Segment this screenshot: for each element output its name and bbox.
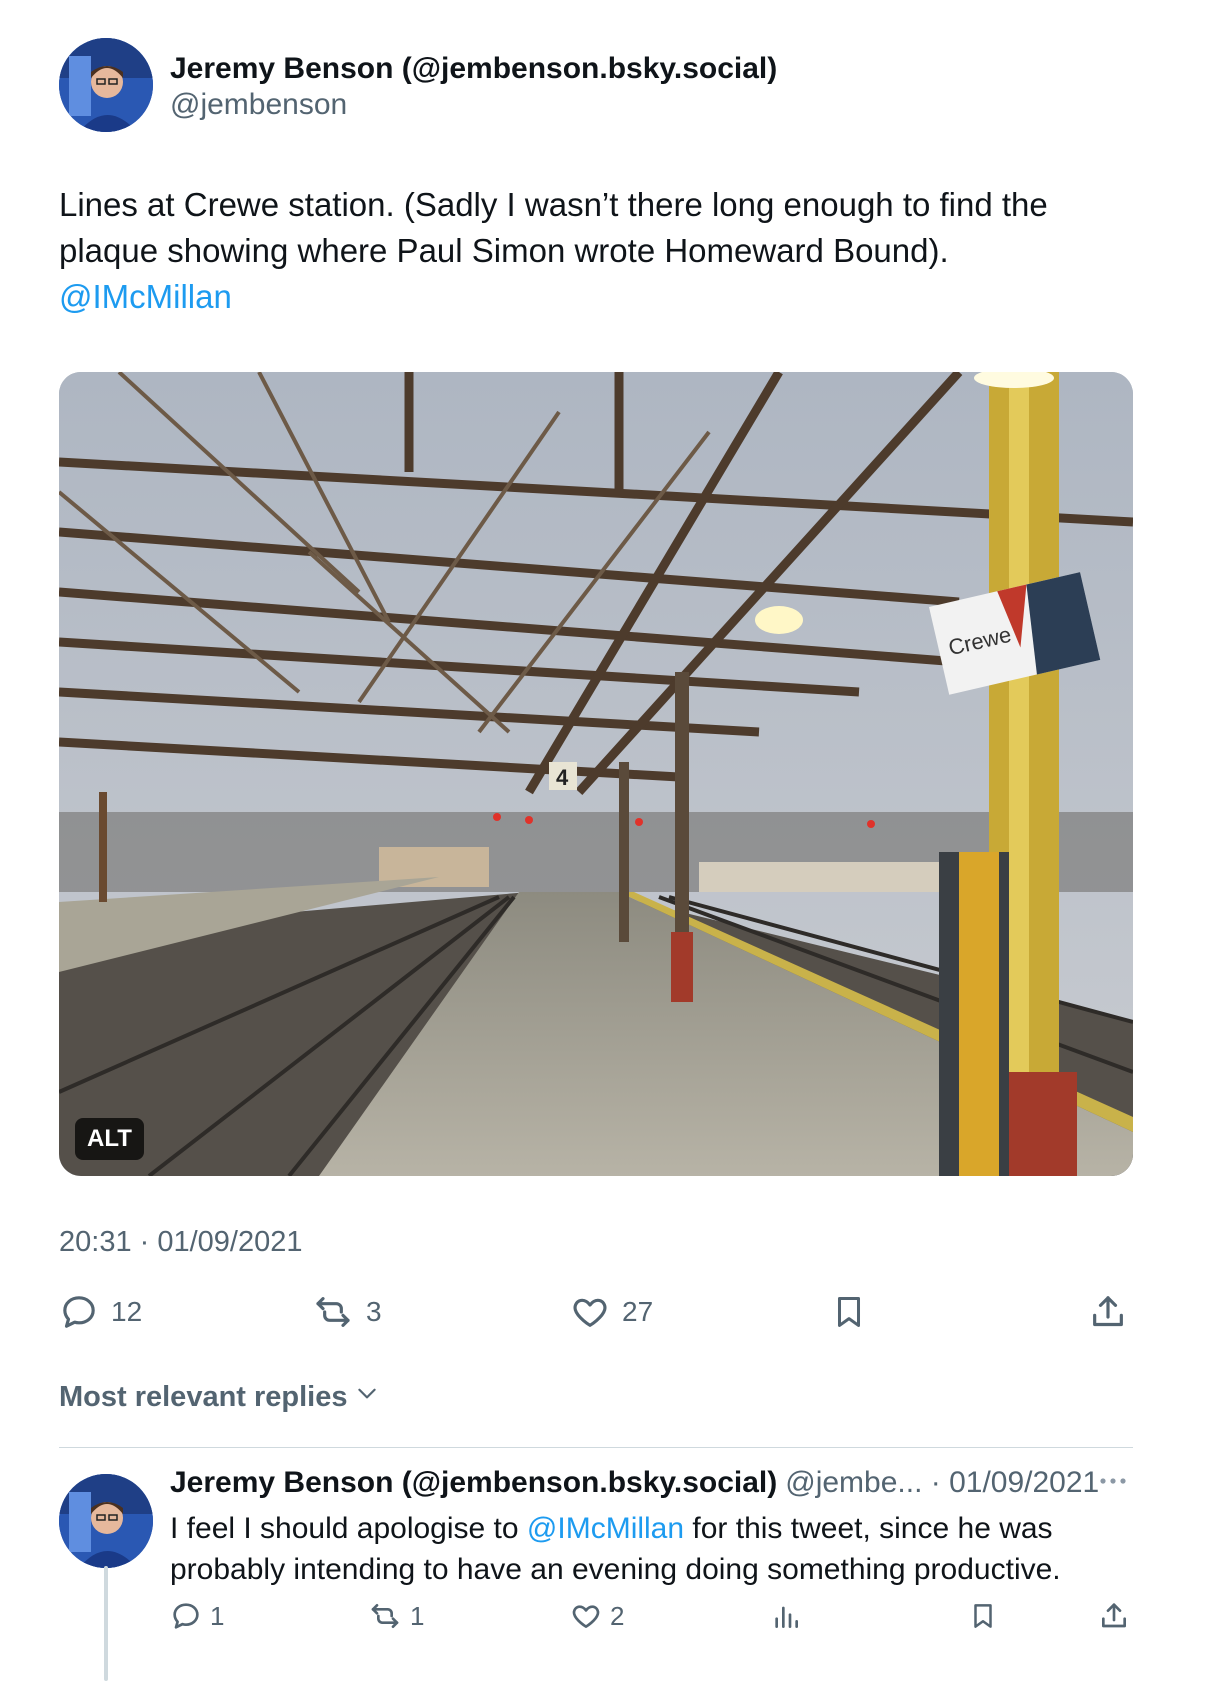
views-icon: [770, 1600, 802, 1632]
reply-repost-button[interactable]: 1: [368, 1600, 424, 1632]
reply-count: 12: [111, 1296, 143, 1327]
tweet-text-line-2: plaque showing where Paul Simon wrote Ho…: [59, 232, 949, 269]
reply-bookmark-button[interactable]: [968, 1600, 998, 1632]
reply-text-before: I feel I should apologise to: [170, 1512, 527, 1545]
like-icon: [570, 1600, 602, 1632]
replies-sort-dropdown[interactable]: Most relevant replies: [59, 1380, 380, 1414]
thread-line: [104, 1566, 108, 1681]
share-icon: [1098, 1600, 1130, 1632]
repost-count: 3: [366, 1296, 382, 1327]
reply-like-count: 2: [610, 1600, 625, 1631]
mention-link[interactable]: @IMcMillan: [59, 274, 1139, 320]
more-icon[interactable]: [1098, 1474, 1128, 1492]
alt-badge[interactable]: ALT: [75, 1118, 144, 1160]
replies-sort-label: Most relevant replies: [59, 1380, 348, 1413]
share-icon: [1088, 1292, 1128, 1332]
share-button[interactable]: [1088, 1292, 1128, 1332]
tweet-timestamp[interactable]: 20:31 · 01/09/2021: [59, 1226, 302, 1259]
reply-repost-count: 1: [410, 1600, 425, 1631]
author-name[interactable]: Jeremy Benson (@jembenson.bsky.social): [170, 52, 777, 86]
divider: [59, 1447, 1133, 1448]
reply-button[interactable]: 12: [59, 1292, 142, 1332]
reply-meta[interactable]: @jembe... · 01/09/2021: [785, 1466, 1099, 1500]
reply-header: Jeremy Benson (@jembenson.bsky.social) @…: [170, 1466, 1099, 1500]
chevron-down-icon: [354, 1380, 380, 1414]
reply-icon: [59, 1292, 99, 1332]
reply-share-button[interactable]: [1098, 1600, 1130, 1632]
repost-icon: [368, 1600, 402, 1632]
reply-mention-link[interactable]: @IMcMillan: [527, 1512, 684, 1545]
platform-number: 4: [556, 765, 569, 790]
bookmark-icon: [968, 1600, 998, 1632]
reply-icon: [170, 1600, 202, 1632]
repost-icon: [312, 1292, 354, 1332]
tweet-text: Lines at Crewe station. (Sadly I wasn’t …: [59, 182, 1139, 320]
like-button[interactable]: 27: [570, 1292, 653, 1332]
bookmark-button[interactable]: [830, 1292, 868, 1332]
reply-author-avatar[interactable]: [59, 1474, 153, 1568]
reply-author-name[interactable]: Jeremy Benson (@jembenson.bsky.social): [170, 1466, 777, 1500]
author-avatar[interactable]: [59, 38, 153, 132]
repost-button[interactable]: 3: [312, 1292, 382, 1332]
reply-reply-button[interactable]: 1: [170, 1600, 224, 1632]
reply-text: I feel I should apologise to @IMcMillan …: [170, 1508, 1130, 1590]
tweet-text-line-1: Lines at Crewe station. (Sadly I wasn’t …: [59, 186, 1048, 223]
like-icon: [570, 1292, 610, 1332]
author-handle[interactable]: @jembenson: [170, 88, 347, 122]
reply-reply-count: 1: [210, 1600, 225, 1631]
reply-like-button[interactable]: 2: [570, 1600, 624, 1632]
reply-views-button[interactable]: [770, 1600, 802, 1632]
bookmark-icon: [830, 1292, 868, 1332]
tweet-image[interactable]: Crewe 4 ALT: [59, 372, 1133, 1176]
like-count: 27: [622, 1296, 654, 1327]
